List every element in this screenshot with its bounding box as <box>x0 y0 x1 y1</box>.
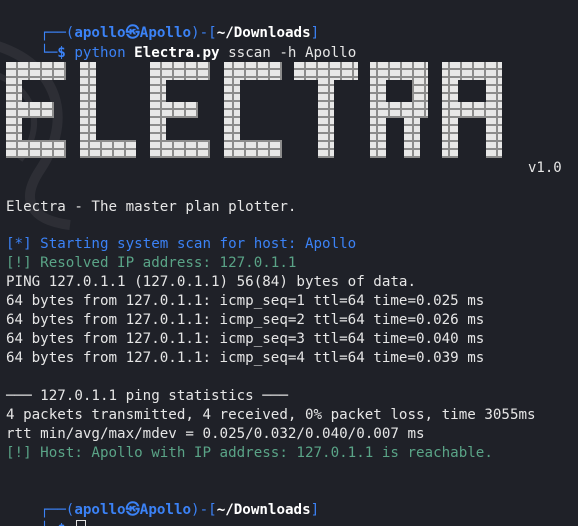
prompt-paren: ) <box>191 502 200 518</box>
ping-reply-line: 64 bytes from 127.0.1.1: icmp_seq=4 ttl=… <box>6 350 485 366</box>
resolved-ip-message: [!] Resolved IP address: 127.0.1.1 <box>6 255 297 271</box>
text-cursor[interactable] <box>76 520 87 526</box>
command-line: └─$ python Electra.py sscan -h Apollo <box>6 25 356 61</box>
command-bin: python <box>74 45 126 61</box>
prompt-dollar: $ <box>57 522 66 526</box>
prompt-path: ~/Downloads <box>216 502 311 518</box>
electra-ascii-banner <box>6 62 502 158</box>
ping-header: PING 127.0.1.1 (127.0.1.1) 56(84) bytes … <box>6 274 416 290</box>
prompt-corner: └─ <box>40 522 57 526</box>
prompt-corner: └─ <box>40 45 58 61</box>
banner-version: v1.0 <box>528 160 562 176</box>
prompt-bracket: ] <box>310 502 320 518</box>
command-script: Electra.py <box>134 45 220 61</box>
prompt-bracket: [ <box>208 502 217 518</box>
scan-start-message: [*] Starting system scan for host: Apoll… <box>6 236 357 252</box>
ping-stats-packets: 4 packets transmitted, 4 received, 0% pa… <box>6 407 536 423</box>
ping-reply-line: 64 bytes from 127.0.1.1: icmp_seq=2 ttl=… <box>6 312 485 328</box>
command-input-line[interactable]: └─$ <box>6 501 87 526</box>
ping-stats-header: ─── 127.0.1.1 ping statistics ─── <box>6 388 288 404</box>
command-args: sscan -h Apollo <box>228 45 357 61</box>
ping-reply-line: 64 bytes from 127.0.1.1: icmp_seq=3 ttl=… <box>6 331 485 347</box>
ping-reply-line: 64 bytes from 127.0.1.1: icmp_seq=1 ttl=… <box>6 293 485 309</box>
ping-stats-rtt: rtt min/avg/max/mdev = 0.025/0.032/0.040… <box>6 426 425 442</box>
prompt-dash: - <box>199 502 209 518</box>
prompt-at-icon: ㉿ <box>125 502 140 518</box>
prompt-dollar: $ <box>57 45 66 61</box>
prompt-line-top: ┌──(apollo㉿Apollo)-[~/Downloads] <box>6 5 319 41</box>
host-reachable-message: [!] Host: Apollo with IP address: 127.0.… <box>6 445 493 461</box>
terminal-window[interactable]: ┌──(apollo㉿Apollo)-[~/Downloads] └─$ pyt… <box>0 0 578 526</box>
prompt-host: Apollo <box>139 502 192 518</box>
tagline: Electra - The master plan plotter. <box>6 199 297 215</box>
prompt-line-top: ┌──(apollo㉿Apollo)-[~/Downloads] <box>6 482 319 518</box>
